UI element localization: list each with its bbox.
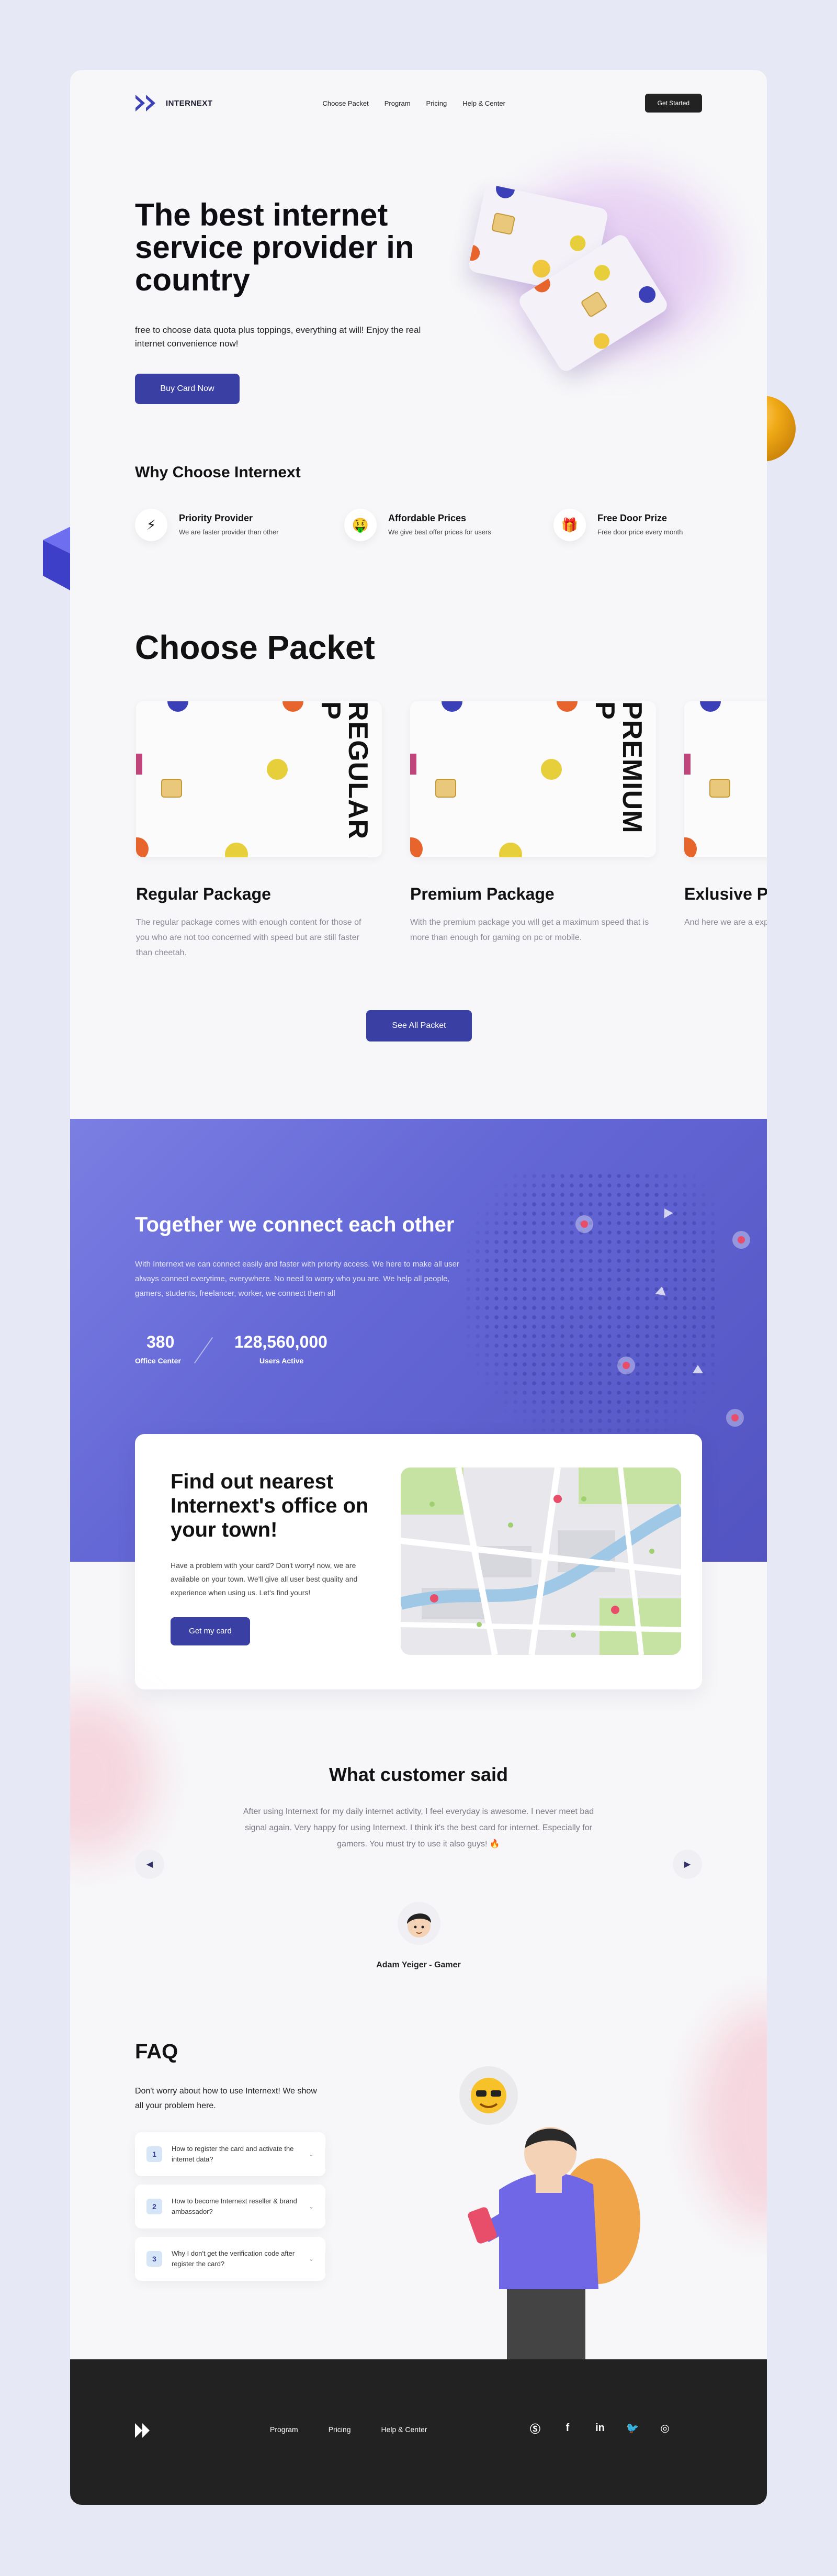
connect-title: Together we connect each other	[135, 1213, 455, 1236]
next-arrow-icon[interactable]: ▶	[673, 1850, 702, 1879]
twitter-icon[interactable]: 🐦	[625, 2420, 640, 2436]
faq-number: 3	[146, 2251, 162, 2267]
stat-value: 128,560,000	[234, 1332, 327, 1351]
card-label: PREMIUM P	[590, 701, 647, 834]
packet-card-exclusive[interactable]	[684, 701, 767, 857]
feature-priority: ⚡ Priority Provider We are faster provide…	[135, 509, 279, 541]
faq-question: Why I don't get the verification code af…	[172, 2249, 295, 2268]
connect-text: With Internext we can connect easily and…	[135, 1260, 459, 1298]
packet-title: Choose Packet	[135, 629, 375, 666]
faq-number: 1	[146, 2146, 162, 2162]
stat-label: Users Active	[259, 1357, 304, 1365]
feature-title: Free Door Prize	[597, 513, 668, 523]
pink-glow	[698, 2007, 767, 2226]
social-links: Ⓢ f in 🐦 ◎	[527, 2420, 673, 2436]
brand-logo[interactable]: INTERNEXT	[135, 93, 213, 114]
faq-item[interactable]: 1 How to register the card and activate …	[135, 2132, 325, 2176]
packet-card-regular[interactable]: REGULAR P	[136, 701, 382, 857]
get-my-card-button[interactable]: Get my card	[171, 1617, 250, 1645]
gift-icon: 🎁	[553, 509, 586, 541]
office-map[interactable]	[401, 1468, 681, 1655]
stat-label: Office Center	[135, 1357, 181, 1365]
packet-card-premium[interactable]: PREMIUM P	[410, 701, 656, 857]
footer: Program Pricing Help & Center Ⓢ f in 🐦 ◎	[70, 2359, 767, 2505]
chevron-down-icon: ⌄	[308, 2151, 314, 2158]
nav-item-pricing[interactable]: Pricing	[426, 99, 447, 107]
card-label: REGULAR P	[315, 701, 373, 840]
nav-item-program[interactable]: Program	[384, 99, 411, 107]
page-container: INTERNEXT Choose Packet Program Pricing …	[70, 70, 767, 2505]
footer-logo-icon[interactable]	[135, 2422, 153, 2440]
logo-chevron-icon	[135, 93, 159, 114]
chevron-down-icon: ⌄	[308, 2203, 314, 2210]
location-pin-icon	[726, 1409, 744, 1427]
skype-icon[interactable]: Ⓢ	[527, 2420, 543, 2436]
footer-item-pricing[interactable]: Pricing	[329, 2425, 351, 2434]
testimonial-quote: After using Internext for my daily inter…	[243, 1807, 594, 1849]
nav-item-help-center[interactable]: Help & Center	[462, 99, 505, 107]
plane-icon	[693, 1365, 703, 1373]
feature-door-prize: 🎁 Free Door Prize Free door price every m…	[553, 509, 683, 541]
see-all-packet-button[interactable]: See All Packet	[366, 1010, 472, 1041]
faq-title: FAQ	[135, 2040, 178, 2063]
linkedin-icon[interactable]: in	[592, 2420, 608, 2436]
packet-desc: With the premium package you will get a …	[410, 918, 649, 942]
location-pin-icon	[575, 1215, 593, 1233]
packet-name: Premium Package	[410, 884, 555, 903]
top-nav: INTERNEXT Choose Packet Program Pricing …	[135, 90, 702, 116]
lightning-icon: ⚡	[135, 509, 167, 541]
feature-text: Free door price every month	[597, 528, 683, 536]
prev-arrow-icon[interactable]: ◀	[135, 1850, 164, 1879]
hero-subtitle: free to choose data quota plus toppings,…	[135, 325, 421, 349]
stat-divider	[194, 1337, 213, 1364]
office-title: Find out nearest Internext's office on y…	[171, 1470, 369, 1541]
packet-name: Exlusive Pa	[684, 884, 767, 903]
nav-item-choose-packet[interactable]: Choose Packet	[323, 99, 369, 107]
location-pin-icon	[617, 1357, 635, 1374]
office-text: Have a problem with your card? Don't wor…	[171, 1561, 358, 1597]
packet-name: Regular Package	[136, 884, 271, 903]
testimonial-author: Adam Yeiger - Gamer	[376, 1961, 461, 1969]
feature-text: We are faster provider than other	[179, 528, 279, 536]
world-map-dots	[463, 1171, 715, 1443]
feature-prices: 🤑 Affordable Prices We give best offer pr…	[344, 509, 491, 541]
faq-question: How to register the card and activate th…	[172, 2145, 294, 2163]
avatar	[398, 1902, 440, 1945]
why-title: Why Choose Internext	[135, 464, 301, 481]
packet-desc: The regular package comes with enough co…	[136, 918, 361, 957]
footer-item-help-center[interactable]: Help & Center	[381, 2425, 427, 2434]
instagram-icon[interactable]: ◎	[657, 2420, 673, 2436]
footer-menu: Program Pricing Help & Center	[270, 2425, 427, 2434]
footer-item-program[interactable]: Program	[270, 2425, 298, 2434]
faq-item[interactable]: 2 How to become Internext reseller & bra…	[135, 2185, 325, 2228]
get-started-button[interactable]: Get Started	[644, 94, 702, 113]
money-face-icon: 🤑	[344, 509, 377, 541]
faq-number: 2	[146, 2199, 162, 2214]
nav-menu: Choose Packet Program Pricing Help & Cen…	[323, 99, 505, 107]
faq-question: How to become Internext reseller & brand…	[172, 2197, 297, 2215]
gamer-character-illustration	[459, 2066, 640, 2362]
location-pin-icon	[732, 1231, 750, 1249]
stat-value: 380	[146, 1332, 175, 1351]
hero-title: The best internet service provider in co…	[135, 197, 414, 297]
faq-item[interactable]: 3 Why I don't get the verification code …	[135, 2237, 325, 2281]
buy-card-button[interactable]: Buy Card Now	[135, 374, 240, 404]
faq-subtitle: Don't worry about how to use Internext! …	[135, 2087, 317, 2110]
brand-name: INTERNEXT	[166, 98, 213, 108]
feature-text: We give best offer prices for users	[388, 528, 491, 536]
feature-title: Affordable Prices	[388, 513, 467, 523]
plane-icon	[655, 1285, 668, 1296]
testimonial-title: What customer said	[329, 1764, 508, 1785]
chevron-down-icon: ⌄	[308, 2255, 314, 2263]
facebook-icon[interactable]: f	[560, 2420, 575, 2436]
office-finder-card: Find out nearest Internext's office on y…	[135, 1434, 702, 1689]
feature-title: Priority Provider	[179, 513, 253, 523]
packet-desc: And here we are a explore the world w ab…	[684, 918, 767, 927]
